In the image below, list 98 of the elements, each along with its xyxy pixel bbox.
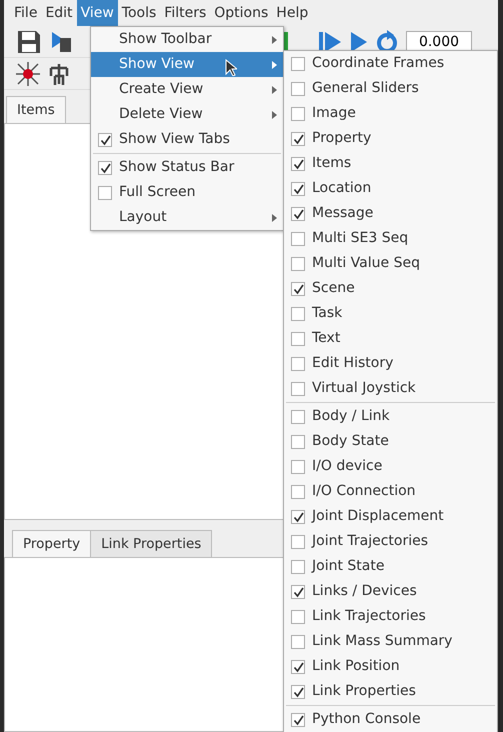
checkbox[interactable] <box>291 182 305 196</box>
menu-item[interactable]: Task <box>312 303 497 324</box>
menu-item[interactable]: Delete View <box>91 102 283 127</box>
target-icon[interactable] <box>16 62 40 86</box>
menu-item[interactable]: Link Position <box>312 656 497 677</box>
checkbox[interactable] <box>291 510 305 524</box>
menu-item[interactable]: Link Trajectories <box>312 606 497 627</box>
checkbox[interactable] <box>291 410 305 424</box>
checkbox[interactable] <box>291 534 305 548</box>
menu-item[interactable]: Joint Displacement <box>312 506 497 527</box>
check-icon <box>292 182 304 194</box>
checkbox[interactable] <box>291 232 305 246</box>
check-icon <box>292 510 304 522</box>
checkbox[interactable] <box>98 160 112 174</box>
check-icon <box>292 686 304 698</box>
menu-item[interactable]: Body / Link <box>312 406 497 427</box>
check-icon <box>99 162 111 174</box>
checkbox[interactable] <box>291 56 305 70</box>
menu-item[interactable]: Full Screen <box>91 180 283 205</box>
menu-item[interactable]: Message <box>312 203 497 224</box>
time-field[interactable]: 0.000 <box>406 30 472 52</box>
menu-item[interactable]: Multi Value Seq <box>312 253 497 274</box>
menu-item[interactable]: Joint State <box>312 556 497 577</box>
menu-item[interactable]: Scene <box>312 278 497 299</box>
pointer-cursor-icon <box>225 59 237 76</box>
checkbox[interactable] <box>291 634 305 648</box>
checkbox[interactable] <box>291 484 305 498</box>
checkbox[interactable] <box>291 306 305 320</box>
check-icon <box>292 132 304 144</box>
menu-item[interactable]: Show Toolbar <box>91 27 283 52</box>
check-icon <box>99 134 111 146</box>
menu-item[interactable]: Create View <box>91 77 283 102</box>
check-icon <box>292 282 304 294</box>
menu-item[interactable]: I/O device <box>312 456 497 477</box>
menu-item[interactable]: Items <box>312 153 497 174</box>
checkbox[interactable] <box>291 82 305 96</box>
menu-item[interactable]: Show Status Bar <box>91 155 283 180</box>
menu-item[interactable]: Joint Trajectories <box>312 531 497 552</box>
menu-item[interactable]: Property <box>312 128 497 149</box>
check-icon <box>292 714 304 726</box>
menu-item[interactable]: Edit History <box>312 353 497 374</box>
menu-item[interactable]: Body State <box>312 431 497 452</box>
menu-item[interactable]: View <box>76 0 118 26</box>
menu-item[interactable]: General Sliders <box>312 78 497 99</box>
checkbox[interactable] <box>291 610 305 624</box>
checkbox[interactable] <box>291 256 305 270</box>
menu-item[interactable]: File <box>10 0 42 26</box>
menu-item[interactable]: Coordinate Frames <box>312 53 497 74</box>
checkbox[interactable] <box>291 434 305 448</box>
menu-item[interactable]: Text <box>312 328 497 349</box>
checkbox[interactable] <box>291 206 305 220</box>
checkbox[interactable] <box>291 282 305 296</box>
menu-item[interactable]: Layout <box>91 205 283 230</box>
submenu-arrow-icon <box>272 110 277 118</box>
check-icon <box>292 586 304 598</box>
submenu-arrow-icon <box>272 60 277 68</box>
menu-item[interactable]: Multi SE3 Seq <box>312 228 497 249</box>
checkbox[interactable] <box>291 660 305 674</box>
tab[interactable]: Property <box>12 530 92 558</box>
checkbox[interactable] <box>291 156 305 170</box>
menu-item[interactable]: I/O Connection <box>312 481 497 502</box>
checkbox[interactable] <box>291 712 305 726</box>
checkbox[interactable] <box>291 332 305 346</box>
checkbox[interactable] <box>98 132 112 146</box>
menu-item[interactable]: Link Properties <box>312 681 497 702</box>
tab[interactable]: Link Properties <box>90 530 212 558</box>
menu-item[interactable]: Options <box>210 0 272 26</box>
tab[interactable]: Items <box>6 96 66 124</box>
check-icon <box>292 660 304 672</box>
save-icon[interactable] <box>16 28 42 54</box>
submenu-arrow-icon <box>272 86 277 94</box>
menu-item[interactable]: Edit <box>41 0 77 26</box>
checkbox[interactable] <box>291 684 305 698</box>
checkbox[interactable] <box>291 106 305 120</box>
menu-item[interactable]: Filters <box>160 0 210 26</box>
menu-item[interactable]: Tools <box>118 0 160 26</box>
check-icon <box>292 158 304 170</box>
menu-item[interactable]: Location <box>312 178 497 199</box>
checkbox[interactable] <box>291 132 305 146</box>
menu-item[interactable]: Image <box>312 103 497 124</box>
checkbox[interactable] <box>291 356 305 370</box>
menu-item[interactable]: Show View <box>91 52 283 77</box>
checkbox[interactable] <box>291 560 305 574</box>
check-icon <box>292 208 304 220</box>
checkbox[interactable] <box>98 186 112 200</box>
robot-icon[interactable] <box>48 62 70 86</box>
menu-item[interactable]: Help <box>272 0 312 26</box>
submenu-arrow-icon <box>272 214 277 222</box>
checkbox[interactable] <box>291 584 305 598</box>
checkbox[interactable] <box>291 382 305 396</box>
menu-item[interactable]: Virtual Joystick <box>312 378 497 399</box>
menu-item[interactable]: Show View Tabs <box>91 127 283 152</box>
checkbox[interactable] <box>291 460 305 474</box>
play-icon[interactable] <box>350 30 368 52</box>
submenu-arrow-icon <box>272 36 277 44</box>
menu-item[interactable]: Link Mass Summary <box>312 631 497 652</box>
menu-item[interactable]: Python Console <box>312 709 497 730</box>
menu-item[interactable]: Links / Devices <box>312 581 497 602</box>
